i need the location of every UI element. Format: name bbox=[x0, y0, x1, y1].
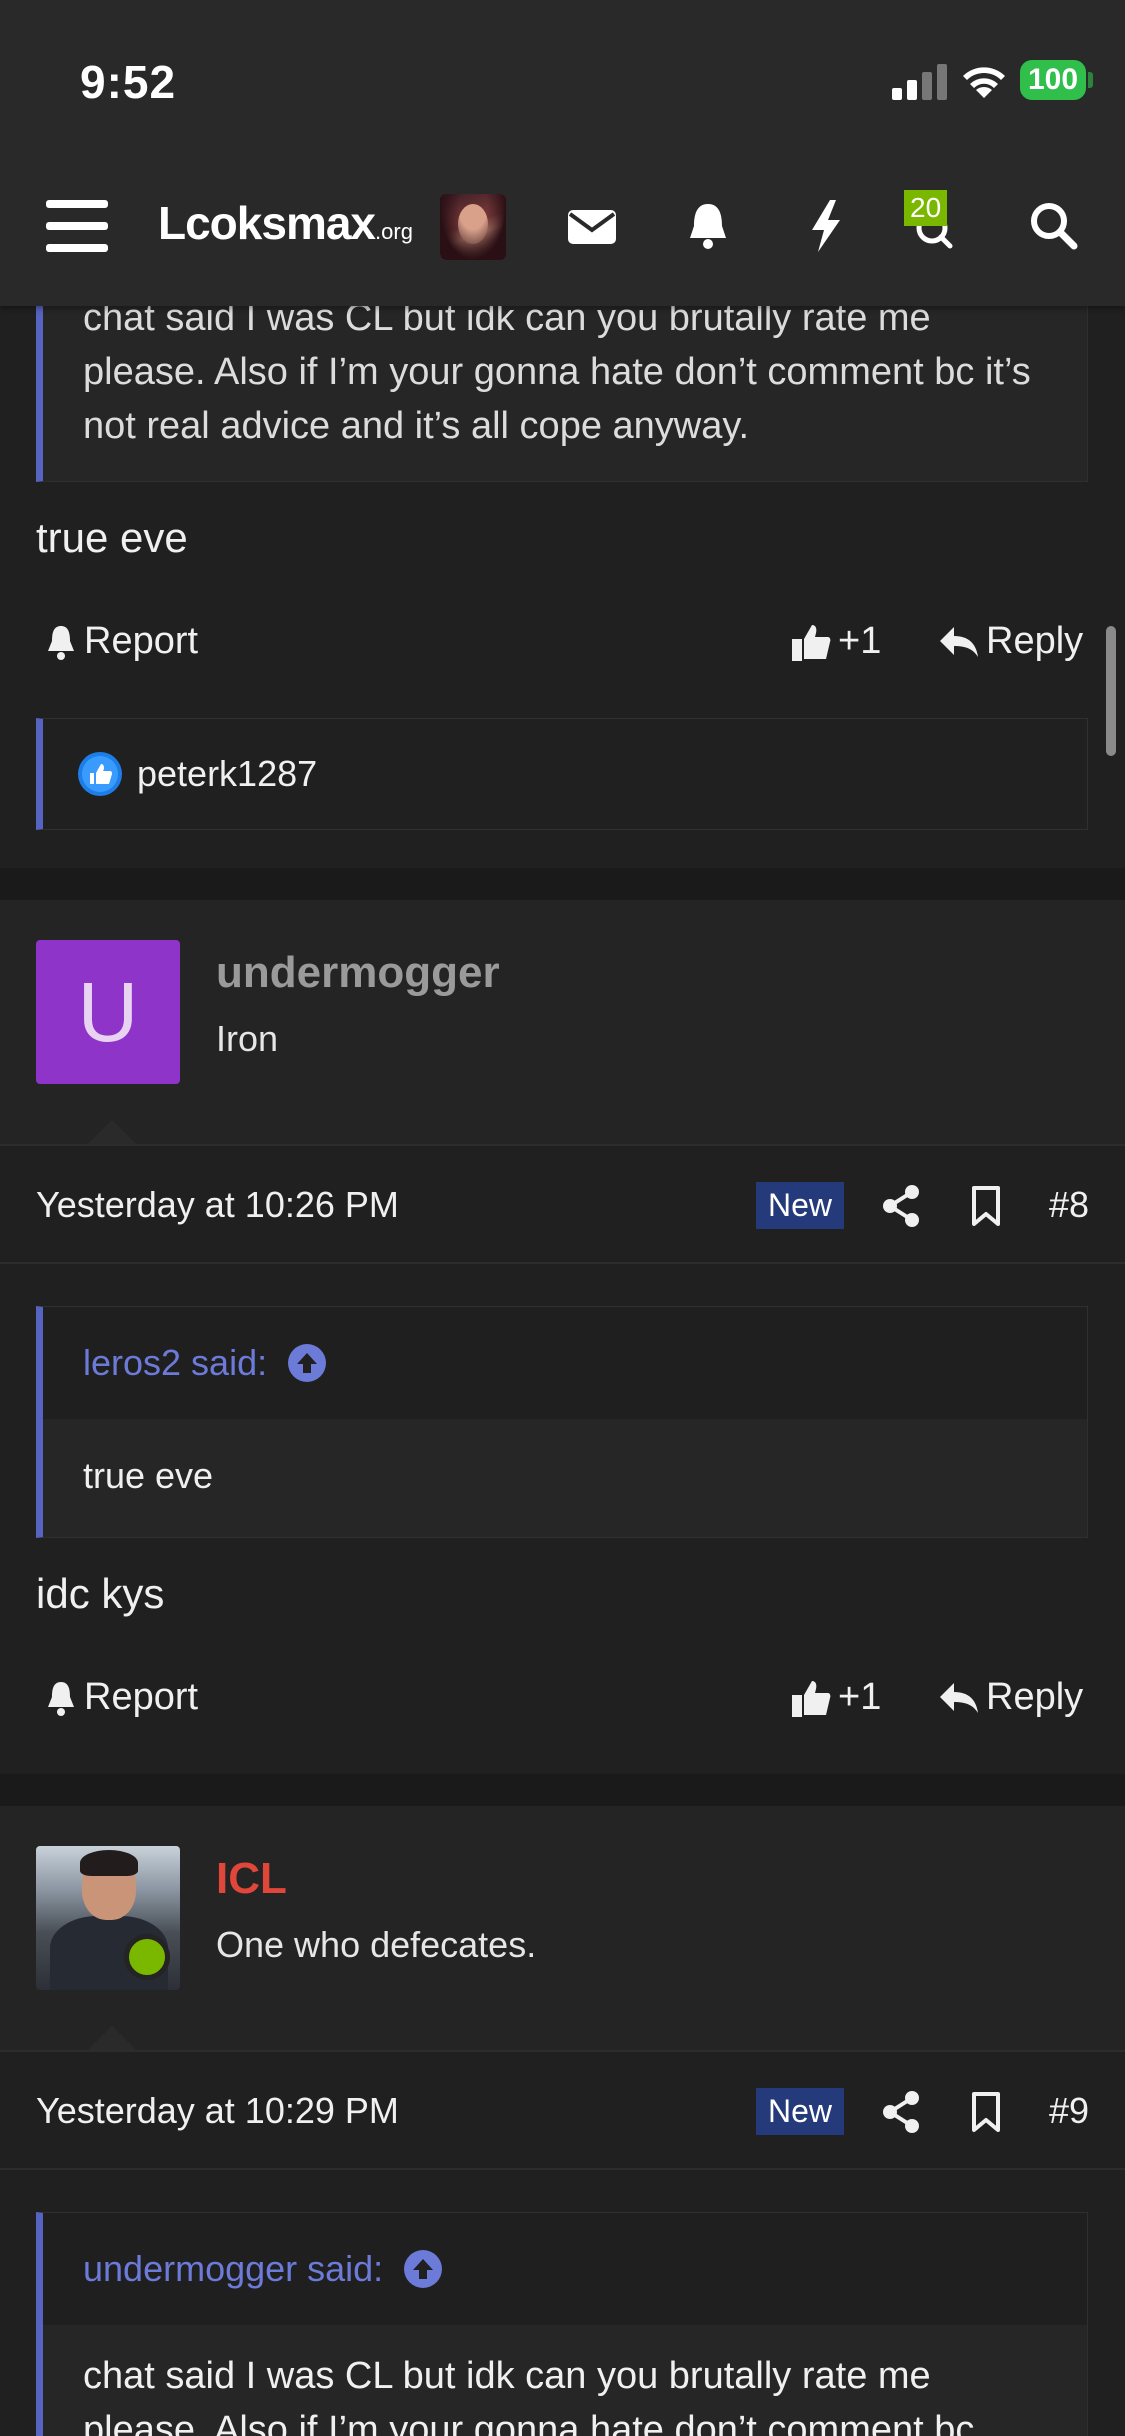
post-body: true eve bbox=[36, 514, 188, 561]
username[interactable]: ICL bbox=[216, 1854, 287, 1904]
lightning-icon[interactable] bbox=[796, 196, 856, 256]
arrow-up-circle-icon[interactable] bbox=[403, 2249, 443, 2289]
post-divider bbox=[0, 868, 1125, 900]
username[interactable]: undermogger bbox=[216, 948, 500, 998]
reply-button[interactable]: Reply bbox=[938, 620, 1083, 663]
user-title: One who defecates. bbox=[216, 1924, 537, 1965]
share-icon[interactable] bbox=[882, 1184, 922, 1228]
cellular-signal-icon bbox=[892, 64, 947, 100]
top-navigation-bar: 9:52 100 Lcoksmax.org 20 bbox=[0, 0, 1125, 306]
post-body: idc kys bbox=[36, 1570, 165, 1617]
new-badge: New bbox=[756, 1182, 845, 1229]
post-date[interactable]: Yesterday at 10:29 PM bbox=[36, 2090, 399, 2132]
share-icon[interactable] bbox=[882, 2090, 922, 2134]
bell-icon[interactable] bbox=[678, 196, 738, 256]
thumbs-up-icon bbox=[792, 1680, 831, 1717]
arrow-up-circle-icon[interactable] bbox=[287, 1343, 327, 1383]
report-label: Report bbox=[84, 1676, 199, 1718]
status-time: 9:52 bbox=[80, 56, 177, 108]
new-badge: New bbox=[756, 2088, 845, 2135]
reply-label: Reply bbox=[986, 620, 1084, 662]
post-divider bbox=[0, 1774, 1125, 1806]
report-button[interactable]: Report bbox=[44, 1676, 198, 1719]
bookmark-icon[interactable] bbox=[966, 2090, 1006, 2134]
battery-tip bbox=[1088, 72, 1093, 88]
quote-body: chat said I was CL but idk can you bruta… bbox=[83, 2355, 975, 2436]
scrollbar[interactable] bbox=[1106, 626, 1116, 756]
quote-attribution[interactable]: undermogger said: bbox=[43, 2213, 1087, 2325]
reply-arrow-icon bbox=[940, 626, 978, 657]
like-reaction-icon bbox=[78, 752, 122, 796]
report-button[interactable]: Report bbox=[44, 620, 198, 663]
post-number[interactable]: #9 bbox=[1049, 2090, 1089, 2132]
post-number[interactable]: #8 bbox=[1049, 1184, 1089, 1226]
like-button[interactable]: +1 bbox=[790, 1676, 881, 1719]
like-button[interactable]: +1 bbox=[790, 620, 881, 663]
quoted-text-block: leros2 said: true eve bbox=[36, 1306, 1088, 1538]
quote-body: true eve bbox=[43, 1419, 1087, 1533]
avatar[interactable]: U bbox=[36, 940, 180, 1084]
post-author-header: ICL One who defecates. bbox=[0, 1806, 1125, 2050]
thumbs-up-icon bbox=[792, 624, 831, 661]
wifi-icon bbox=[963, 67, 1005, 98]
quote-attribution[interactable]: leros2 said: bbox=[43, 1307, 1087, 1419]
reply-arrow-icon bbox=[940, 1682, 978, 1713]
bell-icon bbox=[48, 1681, 74, 1716]
post-author-header: U undermogger Iron bbox=[0, 900, 1125, 1144]
post-date[interactable]: Yesterday at 10:26 PM bbox=[36, 1184, 399, 1226]
online-status-indicator bbox=[124, 1934, 170, 1980]
quote-author[interactable]: undermogger said: bbox=[83, 2248, 383, 2290]
header-pointer bbox=[88, 1120, 136, 1144]
user-avatar[interactable] bbox=[440, 194, 506, 260]
report-label: Report bbox=[84, 620, 199, 662]
reply-label: Reply bbox=[986, 1676, 1084, 1718]
like-count: +1 bbox=[838, 1676, 882, 1718]
site-logo[interactable]: Lcoksmax.org bbox=[158, 196, 413, 250]
reactions-bar[interactable]: peterk1287 bbox=[36, 718, 1088, 830]
user-title: Iron bbox=[216, 1018, 279, 1059]
envelope-icon[interactable] bbox=[562, 196, 622, 256]
reaction-username[interactable]: peterk1287 bbox=[137, 753, 317, 795]
search-icon[interactable] bbox=[1024, 196, 1084, 256]
battery-indicator: 100 bbox=[1020, 60, 1086, 100]
reply-button[interactable]: Reply bbox=[938, 1676, 1083, 1719]
post-meta-bar: Yesterday at 10:26 PM New #8 bbox=[0, 1144, 1125, 1264]
quoted-text-block: undermogger said: chat said I was CL but… bbox=[36, 2212, 1088, 2436]
bell-icon bbox=[48, 625, 74, 660]
hamburger-menu-icon[interactable] bbox=[46, 200, 108, 252]
quote-author[interactable]: leros2 said: bbox=[83, 1342, 267, 1384]
like-count: +1 bbox=[838, 620, 882, 662]
post-meta-bar: Yesterday at 10:29 PM New #9 bbox=[0, 2050, 1125, 2170]
header-pointer bbox=[88, 2026, 136, 2050]
bookmark-icon[interactable] bbox=[966, 1184, 1006, 1228]
notification-count-badge: 20 bbox=[904, 190, 948, 226]
